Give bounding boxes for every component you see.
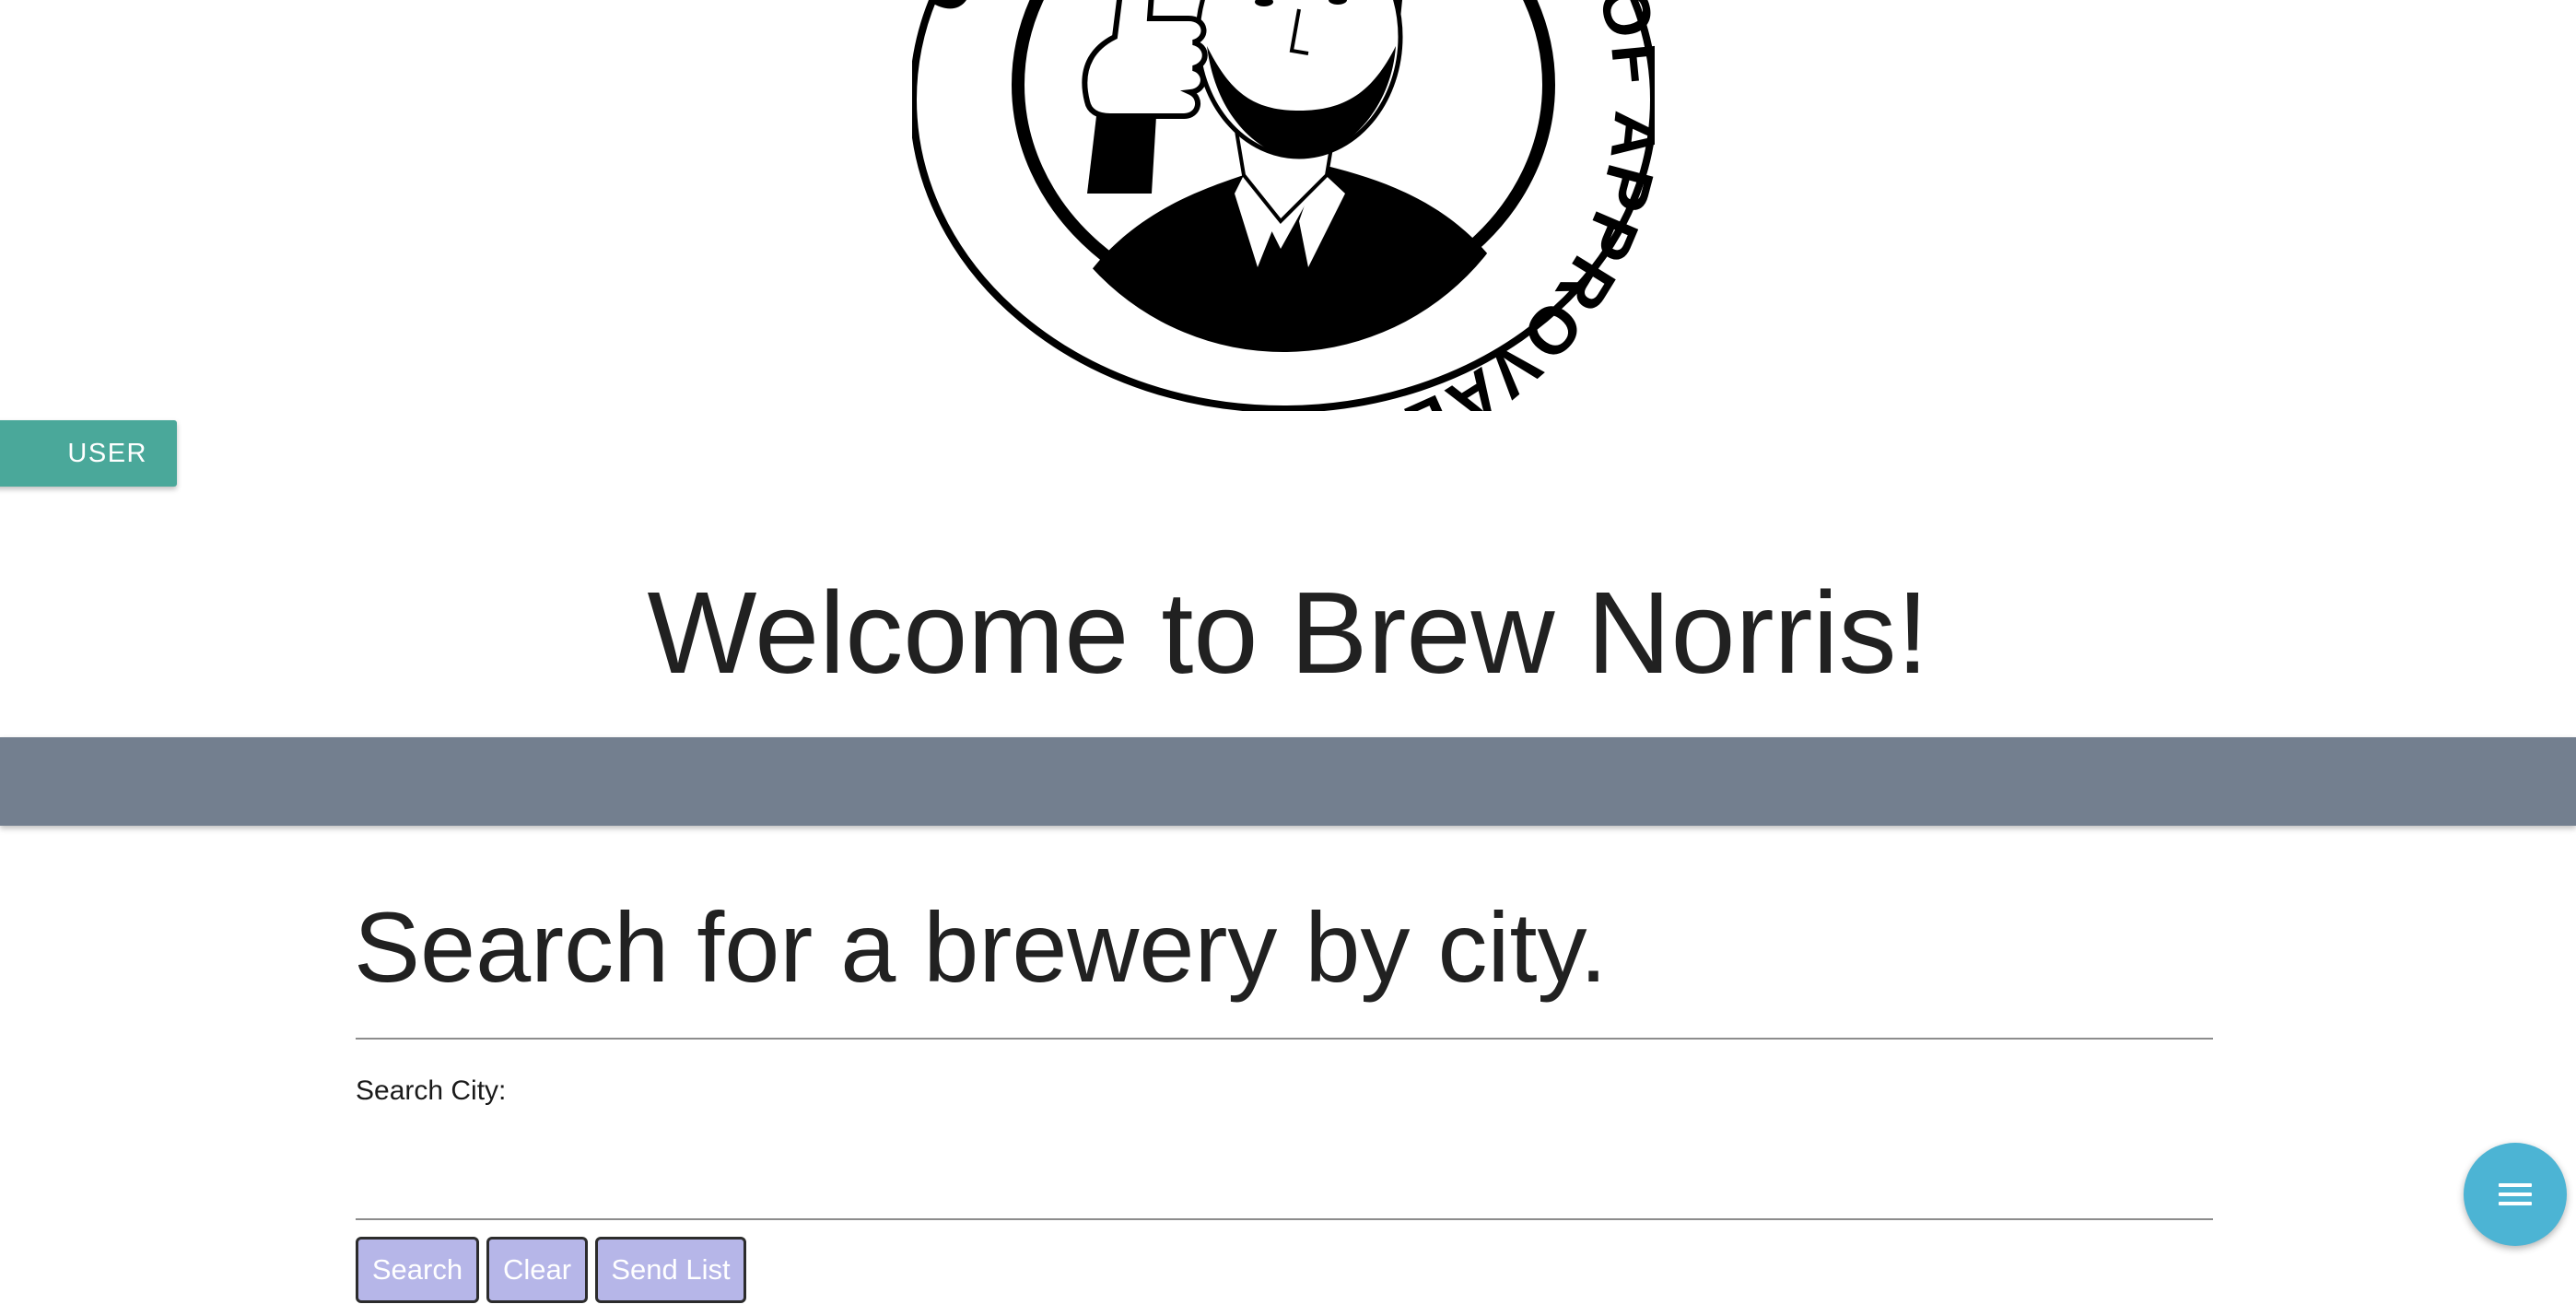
- page: CHUCK NORRIS STAMP OF APPROVAL: [0, 0, 2576, 1316]
- send-list-button[interactable]: Send List: [595, 1237, 746, 1303]
- page-title: Welcome to Brew Norris!: [647, 568, 1929, 698]
- divider: [356, 1038, 2213, 1040]
- menu-icon: [2499, 1183, 2532, 1205]
- search-city-label: Search City:: [356, 1075, 507, 1106]
- search-button[interactable]: Search: [356, 1237, 479, 1303]
- search-actions: Search Clear Send List: [356, 1237, 746, 1303]
- stamp-logo: CHUCK NORRIS STAMP OF APPROVAL: [912, 0, 1655, 411]
- search-heading: Search for a brewery by city.: [354, 891, 1608, 1003]
- header-band: [0, 737, 2576, 826]
- search-city-input[interactable]: [356, 1126, 2213, 1220]
- menu-fab-button[interactable]: [2464, 1143, 2567, 1246]
- clear-button[interactable]: Clear: [486, 1237, 588, 1303]
- user-guide-button[interactable]: USER GUIDE: [0, 420, 177, 535]
